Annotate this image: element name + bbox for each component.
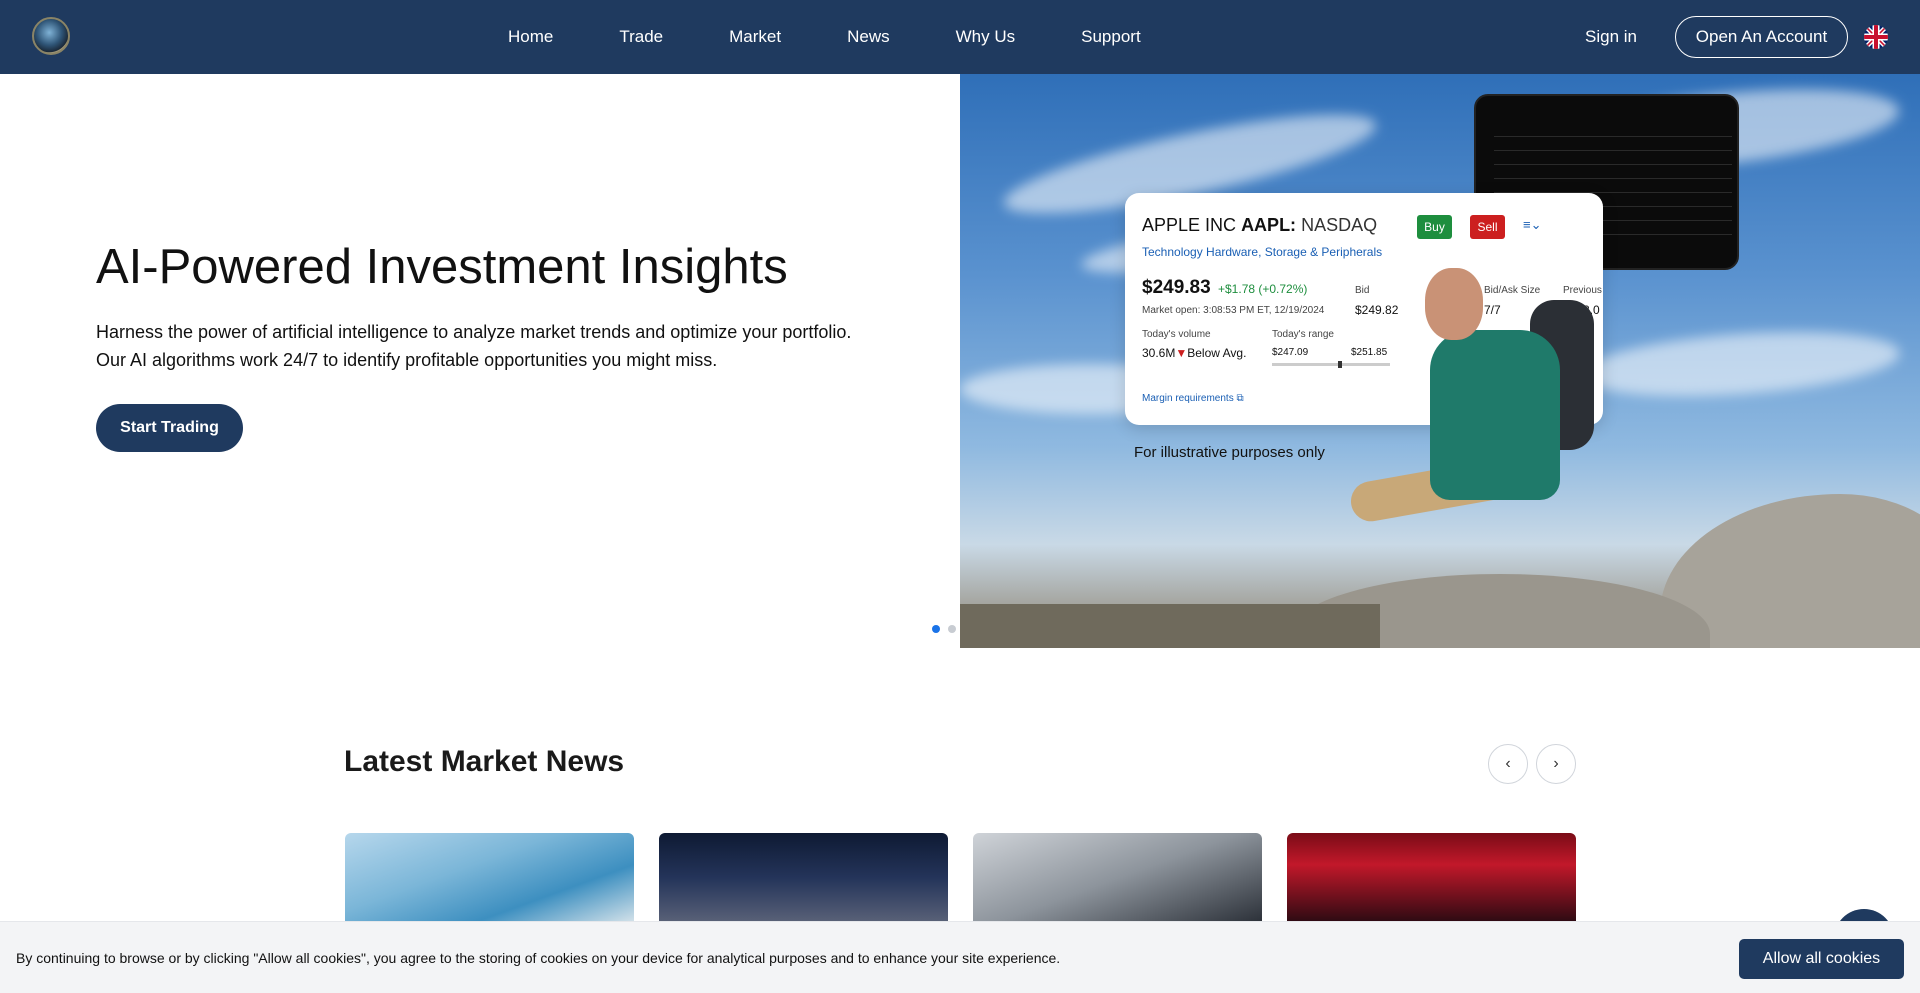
news-next-button[interactable]: › <box>1536 744 1576 784</box>
stock-price: $249.83 <box>1142 277 1211 298</box>
bidask-value: 7/7 <box>1484 303 1501 317</box>
cookie-banner: By continuing to browse or by clicking "… <box>0 921 1920 993</box>
stock-sector: Technology Hardware, Storage & Periphera… <box>1142 245 1383 259</box>
illustrative-caption: For illustrative purposes only <box>1134 444 1325 461</box>
news-prev-button[interactable]: ‹ <box>1488 744 1528 784</box>
range-label: Today's range <box>1272 329 1334 340</box>
volume-number: 30.6M <box>1142 346 1176 360</box>
nav-trade[interactable]: Trade <box>619 27 663 47</box>
news-section-title: Latest Market News <box>344 745 625 778</box>
open-account-button[interactable]: Open An Account <box>1675 16 1848 58</box>
range-high: $251.85 <box>1351 347 1388 358</box>
nav-why-us[interactable]: Why Us <box>956 27 1016 47</box>
margin-text: Margin requirements <box>1142 393 1234 404</box>
hero-description-line-1: Harness the power of artificial intellig… <box>96 322 852 342</box>
range-bar <box>1272 361 1390 368</box>
news-card-3[interactable] <box>973 833 1262 923</box>
logo-globe-icon[interactable] <box>32 17 70 55</box>
cookie-text: By continuing to browse or by clicking "… <box>16 950 1061 966</box>
down-arrow-icon: ▼ <box>1175 346 1188 360</box>
hero-description-line-2: Our AI algorithms work 24/7 to identify … <box>96 350 718 370</box>
sell-button: Sell <box>1470 215 1505 239</box>
carousel-dot-2[interactable] <box>948 625 956 633</box>
chevron-right-icon: › <box>1553 755 1559 772</box>
news-card-4[interactable] <box>1287 833 1576 923</box>
hero-text-section: AI-Powered Investment Insights Harness t… <box>0 74 960 648</box>
market-open-time: Market open: 3:08:53 PM ET, 12/19/2024 <box>1142 305 1325 316</box>
range-low: $247.09 <box>1272 347 1309 358</box>
nav-support[interactable]: Support <box>1081 27 1141 47</box>
carousel-dot-1[interactable] <box>932 625 940 633</box>
allow-cookies-button[interactable]: Allow all cookies <box>1739 939 1904 979</box>
margin-link: Margin requirements ⧉ <box>1142 393 1244 404</box>
hero-description: Harness the power of artificial intellig… <box>96 318 896 374</box>
bid-label: Bid <box>1355 285 1370 296</box>
person-body <box>1430 330 1560 500</box>
chevron-left-icon: ‹ <box>1505 755 1511 772</box>
external-link-icon: ⧉ <box>1236 393 1244 404</box>
news-card-1[interactable] <box>345 833 634 923</box>
stock-exchange: NASDAQ <box>1301 215 1378 235</box>
bidask-label: Bid/Ask Size <box>1484 285 1541 296</box>
buy-button: Buy <box>1417 215 1452 239</box>
stock-name: APPLE INC AAPL: NASDAQ <box>1142 215 1377 236</box>
bid-value: $249.82 <box>1355 303 1399 317</box>
top-nav: Home Trade Market News Why Us Support Si… <box>0 0 1920 74</box>
stock-company: APPLE INC <box>1142 215 1237 235</box>
nav-news[interactable]: News <box>847 27 890 47</box>
news-card-2[interactable] <box>659 833 948 923</box>
list-menu-icon: ≡⌄ <box>1523 217 1542 232</box>
volume-value: 30.6M▼Below Avg. <box>1142 346 1246 360</box>
main-menu: Home Trade Market News Why Us Support <box>508 0 1141 74</box>
nav-home[interactable]: Home <box>508 27 553 47</box>
volume-label: Today's volume <box>1142 329 1211 340</box>
stock-change: +$1.78 (+0.72%) <box>1218 282 1308 296</box>
sign-in-link[interactable]: Sign in <box>1585 27 1637 47</box>
nav-market[interactable]: Market <box>729 27 781 47</box>
stock-ticker: AAPL: <box>1241 215 1297 235</box>
volume-note: Below Avg. <box>1187 346 1247 360</box>
previous-label: Previous <box>1563 285 1602 296</box>
person-head <box>1425 268 1483 340</box>
uk-flag-icon[interactable] <box>1864 25 1888 49</box>
hero-title: AI-Powered Investment Insights <box>96 240 788 294</box>
carousel-dots <box>932 625 956 633</box>
start-trading-button[interactable]: Start Trading <box>96 404 243 452</box>
